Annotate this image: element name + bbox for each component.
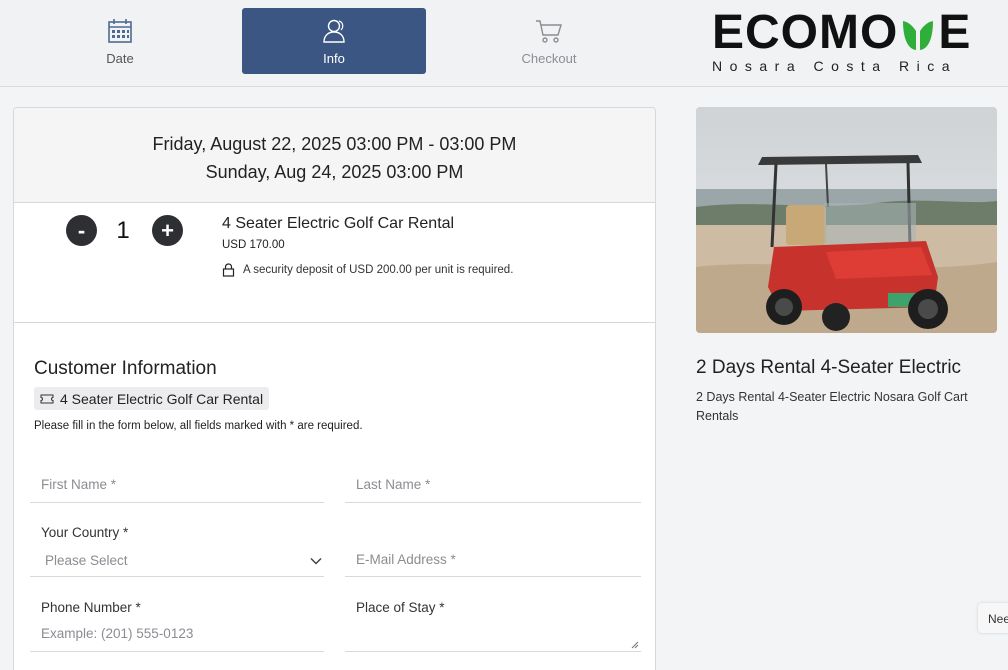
phone-field [30,620,324,652]
deposit-notice: A security deposit of USD 200.00 per uni… [222,263,513,277]
product-title: 4 Seater Electric Golf Car Rental [222,215,455,232]
brand-logo[interactable]: ECOMO E Nosara Costa Rica [712,6,982,76]
last-name-input[interactable] [356,477,641,492]
product-price: USD 170.00 [222,239,285,251]
quantity-decrease-button[interactable]: - [66,215,97,246]
brand-name-left: ECOMO [712,6,899,59]
email-input[interactable] [356,552,641,567]
quantity-value: 1 [116,217,130,244]
email-field [345,548,641,577]
phone-label: Phone Number * [41,600,141,615]
deposit-text: A security deposit of USD 200.00 per uni… [243,264,514,276]
chevron-down-icon [310,557,322,565]
product-tag: 4 Seater Electric Golf Car Rental [34,387,270,410]
place-of-stay-label: Place of Stay * [356,600,445,615]
user-icon [323,19,345,43]
sidebar-description: 2 Days Rental 4-Seater Electric Nosara G… [696,390,968,423]
first-name-input[interactable] [41,477,324,492]
form-instructions: Please fill in the form below, all field… [34,420,363,432]
brand-name-right: E [938,6,972,59]
cart-icon [536,19,562,43]
help-tab[interactable]: Nee [978,603,1008,633]
phone-input[interactable] [41,626,324,641]
golf-cart-photo [696,107,997,333]
product-row: - 1 + 4 Seater Electric Golf Car Rental … [14,203,655,323]
country-select-value: Please Select [45,553,128,568]
ticket-icon [40,394,54,403]
step-checkout[interactable]: Checkout [457,8,641,74]
booking-dates: Friday, August 22, 2025 03:00 PM - 03:00… [14,108,655,203]
customer-info-title: Customer Information [34,358,217,379]
country-select[interactable]: Please Select [30,545,324,577]
booking-card: Friday, August 22, 2025 03:00 PM - 03:00… [13,107,656,670]
booking-end: Sunday, Aug 24, 2025 03:00 PM [205,162,464,182]
place-of-stay-field[interactable] [345,620,641,652]
step-info-label: Info [323,50,345,66]
product-image [696,107,997,333]
brand-subtitle: Nosara Costa Rica [712,58,957,74]
resize-handle-icon[interactable] [631,641,639,649]
booking-start: Friday, August 22, 2025 03:00 PM - 03:00… [152,134,517,154]
step-date[interactable]: Date [28,8,212,74]
leaf-icon [900,15,936,51]
first-name-field [30,473,324,503]
sidebar-title: 2 Days Rental 4-Seater Electric [696,357,962,378]
country-label: Your Country * [41,525,129,540]
last-name-field [345,473,641,503]
step-info[interactable]: Info [242,8,426,74]
quantity-increase-button[interactable]: + [152,215,183,246]
calendar-icon [108,18,132,43]
step-date-label: Date [106,50,134,66]
top-navigation: Date Info Checkout ECOMO E Nosara Costa … [0,0,1008,87]
brand-wordmark: ECOMO E [712,6,982,59]
step-checkout-label: Checkout [521,50,577,66]
product-tag-label: 4 Seater Electric Golf Car Rental [60,390,264,407]
lock-icon [222,263,235,277]
